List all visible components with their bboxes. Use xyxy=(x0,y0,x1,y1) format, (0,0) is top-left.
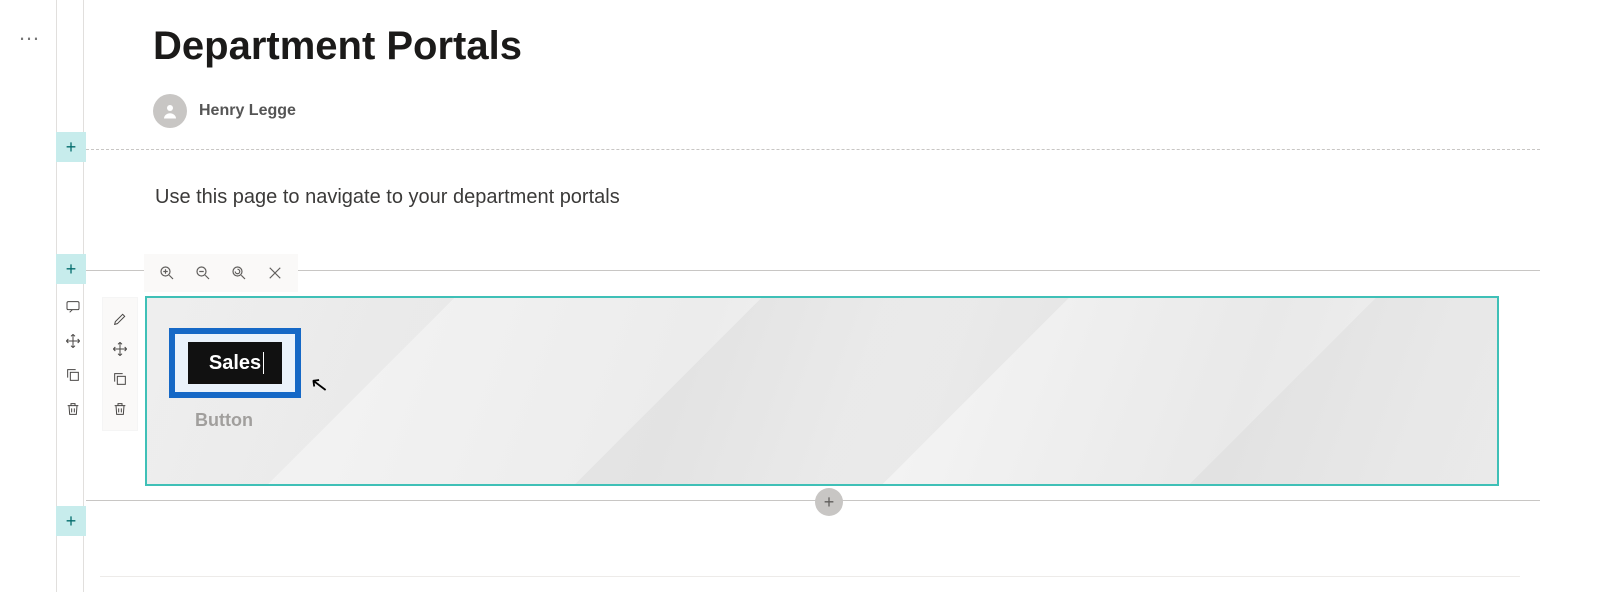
delete-icon[interactable] xyxy=(109,398,131,420)
button-edit-selection[interactable]: Sales xyxy=(169,328,301,398)
intro-text[interactable]: Use this page to navigate to your depart… xyxy=(155,186,620,209)
author-name: Henry Legge xyxy=(199,102,296,120)
delete-icon[interactable] xyxy=(62,398,84,420)
text-caret xyxy=(263,352,264,374)
webpart-zoom-toolbar xyxy=(144,254,298,292)
edit-icon[interactable] xyxy=(109,308,131,330)
move-icon[interactable] xyxy=(62,330,84,352)
header-separator xyxy=(86,149,1540,150)
section-toolbar xyxy=(60,296,86,420)
avatar-icon xyxy=(153,94,187,128)
move-icon[interactable] xyxy=(109,338,131,360)
section-top-line xyxy=(86,270,1540,271)
button-placeholder[interactable]: Button xyxy=(195,410,253,431)
zoom-out-icon[interactable] xyxy=(190,260,216,286)
button-webpart[interactable]: Sales Button xyxy=(145,296,1499,486)
page-more-ellipsis[interactable]: … xyxy=(18,28,42,38)
add-section-button[interactable]: + xyxy=(56,506,86,536)
page-title: Department Portals xyxy=(153,24,522,69)
page-author[interactable]: Henry Legge xyxy=(153,94,296,128)
webpart-background xyxy=(147,298,1497,484)
button-label-input[interactable]: Sales xyxy=(209,352,261,375)
comment-icon[interactable] xyxy=(62,296,84,318)
duplicate-icon[interactable] xyxy=(109,368,131,390)
section-bottom-line xyxy=(86,500,1540,501)
add-section-button[interactable]: + xyxy=(56,254,86,284)
footer-line xyxy=(100,576,1520,577)
close-icon[interactable] xyxy=(262,260,288,286)
duplicate-icon[interactable] xyxy=(62,364,84,386)
webpart-toolbar xyxy=(103,298,137,430)
add-section-button[interactable]: + xyxy=(56,132,86,162)
zoom-reset-icon[interactable] xyxy=(226,260,252,286)
zoom-in-icon[interactable] xyxy=(154,260,180,286)
add-webpart-button[interactable]: + xyxy=(815,488,843,516)
